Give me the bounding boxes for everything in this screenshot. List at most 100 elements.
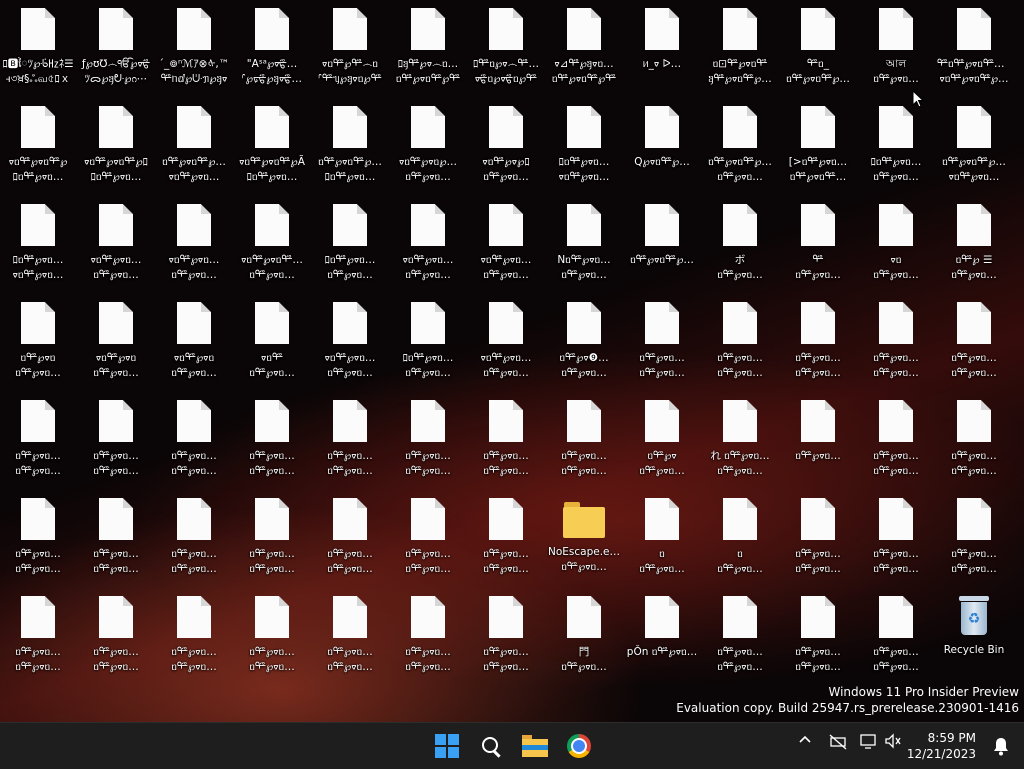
chrome-button[interactable] [561,728,597,764]
desktop-file[interactable]: ᥝᢡ℘ᢦᥝᢡ℘… ﾛᥝᢡ℘ᢦᥝ… [313,98,387,188]
desktop-file[interactable]: ᥝᢡ℘ᢦᥝ ᥝᢡ℘ᢦᥝ… [1,294,75,384]
desktop-file[interactable]: ᢡ ᥝᢡ℘ᢦᥝ… [781,196,855,286]
desktop-file[interactable]: ᥝᢡ℘ᢦᥝ… ᥝᢡ℘ᢦᥝ… [79,392,153,482]
desktop-file[interactable]: ᥝᢡ℘ᢦᥝ… ᥝᢡ℘ᢦᥝ… [79,588,153,678]
desktop-file[interactable]: ᥝᢡ℘ᢦᥝ… ᥝᢡ℘ᢦᥝ… [937,294,1011,384]
desktop-file[interactable]: れ ᥝᢡ℘ᢦᥝ… ᥝᢡ℘ᢦᥝ… [703,392,777,482]
desktop-file[interactable]: ﾛ🅱ៃﾂ℘ᢹ㎐ﾈ☰ ꟶ৩ਖ਼§ஃவ৫ﾛｘ [1,0,75,90]
desktop-file[interactable]: ´_៙ⁿℳｱ⊗ᡧ,™ ᢡᥒⅆ℘ᣥᥟ℘ᥠᢦ [157,0,231,90]
desktop-file[interactable]: ᢦᥝ ᥝᢡ℘ᢦᥝ… [859,196,933,286]
clock[interactable]: 8:59 PM 12/21/2023 [907,730,976,762]
desktop-file[interactable]: ᥝᢡ℘ᢦᥝ… ᥝᢡ℘ᢦᥝ… [703,294,777,384]
desktop-file[interactable]: ᢦᥝᢡ℘ᢡ෴ᥝ ᣗᢡᥡ℘ᥠᢦᥝ℘ᢡ [313,0,387,90]
desktop-file[interactable]: ᢦᥝᢡ℘ᢦᥝᢡ… ᥝᢡ℘ᢦᥝ… [235,196,309,286]
desktop-file[interactable]: ᥝᢡ℘ᢦᥝ… ᥝᢡ℘ᢦᥝ… [1,490,75,580]
desktop-file[interactable]: ﾛᥝᢡ℘ᢦᥝ… ᥝᢡ℘ᢦᥝ… [859,98,933,188]
desktop-file[interactable]: ᢦ⊿ᢡ℘ᥠᢦᥝ… ᥝᢡ℘ᢦᥝᢡ℘ᢡ [547,0,621,90]
desktop-file[interactable]: ᥝᢡ℘ᢦᥝ… ᥝᢡ℘ᢦᥝ… [235,392,309,482]
desktop-file[interactable]: ᢦᥝᢡ℘ᢦᥝ℘… ᥝᢡ℘ᢦᥝ… [391,98,465,188]
desktop-file[interactable]: ᥝ ᥝᢡ℘ᢦᥝ… [625,490,699,580]
desktop-file[interactable]: ᥝᢡ℘ᢦ❾… ᥝᢡ℘ᢦᥝ… [547,294,621,384]
desktop-file[interactable]: ᢦᥝᢡ℘ᢦᥝ… ᥝᢡ℘ᢦᥝ… [79,196,153,286]
desktop-file[interactable]: ᥝᢡ℘ᢦᥝ… [781,392,855,482]
desktop-file[interactable]: ᥝᢡ℘ᢦᥝ… ᥝᢡ℘ᢦᥝ… [469,588,543,678]
desktop-file[interactable]: ᢡᥝᢡ℘ᢦᥝᢡ℘… ᢦᥝᢡ℘ᢦᥝᢡ℘… [937,0,1011,90]
desktop-file[interactable]: ﾛᥠᢡ℘ᢦ෴ᥝ… ᥝᢡ℘ᢦᥝᢡ℘ᢡ [391,0,465,90]
desktop-file[interactable]: ᥝᢡ℘ᢦᥝ… ᥝᢡ℘ᢦᥝ… [859,392,933,482]
desktop-file[interactable]: ﾛᥝᢡ℘ᢦᥝ… ᢦᥝᢡ℘ᢦᥝ… [547,98,621,188]
desktop-file[interactable]: ﾛᥝᢡ℘ᢦᥝ… ᥝᢡ℘ᢦᥝ… [391,294,465,384]
desktop-file[interactable]: ᢦᥝᢡ℘ᢦᥝ ᥝᢡ℘ᢦᥝ… [157,294,231,384]
desktop-file[interactable]: ᥝᢡ℘ᢦᥝ… ᥝᢡ℘ᢦᥝ… [157,392,231,482]
desktop-file[interactable]: ᥝᢡ℘ᢦᥝ… ᥝᢡ℘ᢦᥝ… [235,588,309,678]
desktop-file[interactable]: ᢡᥝ_ ᥝᢡ℘ᢦᥝᢡ℘… [781,0,855,90]
desktop-file[interactable]: ᢦᥝᢡ℘ᢦᥝ… ᥝᢡ℘ᢦᥝ… [469,294,543,384]
desktop-file[interactable]: ᢦᥝᢡ℘ᢦᥝ… ᥝᢡ℘ᢦᥝ… [157,196,231,286]
desktop-file[interactable]: ᥝᢡ℘ᢦᥝ… ᥝᢡ℘ᢦᥝ… [703,588,777,678]
desktop-file[interactable]: ᥝᢡ℘ᢦᥝ… ᥝᢡ℘ᢦᥝ… [859,294,933,384]
desktop-file[interactable]: 門 ᥝᢡ℘ᢦᥝ… [547,588,621,678]
desktop-file[interactable]: ᥝᢡ℘ᢦᥝ… ᥝᢡ℘ᢦᥝ… [781,490,855,580]
desktop-file[interactable]: ᥝᢡ℘ᢦᥝ… ᥝᢡ℘ᢦᥝ… [859,588,933,678]
desktop-file[interactable]: ᥝᢡ℘ᢦ ᥝᢡ℘ᢦᥝ… [625,392,699,482]
show-hidden-icons-button[interactable] [798,733,812,751]
desktop-file[interactable]: ᥝᢡ℘ᢦᥝᢡ℘… ᥝᢡ℘ᢦᥝ… [703,98,777,188]
desktop-file[interactable]: pǑn ᥝᢡ℘ᢦᥝ… [625,588,699,678]
desktop-file[interactable]: ᥝᢡ℘ᢦᥝ… ᥝᢡ℘ᢦᥝ… [79,490,153,580]
desktop-file[interactable]: ᢦᥝᢡ℘ᢦᥝ… ᥝᢡ℘ᢦᥝ… [391,196,465,286]
desktop-file[interactable]: ᥝ⊡ᢡ℘ᢦᥝᢡ ᥠᢡ℘ᢦᥝᢡ℘… [703,0,777,90]
desktop-file[interactable]: ᥝᢡ℘ᢦᥝ… ᥝᢡ℘ᢦᥝ… [937,490,1011,580]
desktop-file[interactable]: ᥝᢡ℘ᢦᥝ… ᥝᢡ℘ᢦᥝ… [391,392,465,482]
desktop-file[interactable]: ᥝᢡ℘ᢦᥝ… ᥝᢡ℘ᢦᥝ… [235,490,309,580]
desktop-file[interactable]: [>ᥝᢡ℘ᢦᥝ… ᥝᢡ℘ᢦᥝᢡ… [781,98,855,188]
desktop-file[interactable]: ᥝᢡ℘ ☰ ᥝᢡ℘ᢦᥝ… [937,196,1011,286]
desktop-file[interactable]: ﾛᥝᢡ℘ᢦᥝ… ᢦᥝᢡ℘ᢦᥝ… [1,196,75,286]
desktop-file[interactable]: ᥝᢡ℘ᢦᥝᢡ℘… [625,196,699,286]
desktop-file[interactable]: ᥢ_ᢦ ᐅ… [625,0,699,90]
desktop-file[interactable]: ᢦᥝᢡ℘ᢦᥝ ᥝᢡ℘ᢦᥝ… [79,294,153,384]
desktop-file[interactable]: ᥝᢡ℘ᢦᥝᢡ℘… ᢦᥝᢡ℘ᢦᥝ… [937,98,1011,188]
desktop-file[interactable]: ᥝᢡ℘ᢦᥝ… ᥝᢡ℘ᢦᥝ… [313,490,387,580]
desktop-file[interactable]: Nᥝᢡ℘ᢦᥝ… ᥝᢡ℘ᢦᥝ… [547,196,621,286]
desktop-file[interactable]: ᢦᥝᢡ℘ᢦ℘ﾛ ᥝᢡ℘ᢦᥝ… [469,98,543,188]
volume-button[interactable] [884,732,902,754]
desktop-file[interactable]: ᥝᢡ℘ᢦᥝᢡ℘… ᢦᥝᢡ℘ᢦᥝ… [157,98,231,188]
file-explorer-button[interactable] [517,728,553,764]
desktop-file[interactable]: ᥝᢡ℘ᢦᥝ… ᥝᢡ℘ᢦᥝ… [391,490,465,580]
desktop-file[interactable]: ボ ᥝᢡ℘ᢦᥝ… [703,196,777,286]
display-button[interactable] [860,732,878,754]
desktop-file[interactable]: ᥝᢡ℘ᢦᥝ… ᥝᢡ℘ᢦᥝ… [547,392,621,482]
desktop-file[interactable]: ᥝ ᥝᢡ℘ᢦᥝ… [703,490,777,580]
desktop-file[interactable]: ᥝᢡ℘ᢦᥝ… ᥝᢡ℘ᢦᥝ… [313,588,387,678]
desktop-file[interactable]: ᥝᢡ℘ᢦᥝ… ᥝᢡ℘ᢦᥝ… [1,588,75,678]
desktop-file[interactable]: ᥝᢡ℘ᢦᥝ… ᥝᢡ℘ᢦᥝ… [937,392,1011,482]
desktop-file[interactable]: ᥝᢡ℘ᢦᥝ… ᥝᢡ℘ᢦᥝ… [313,392,387,482]
desktop-file[interactable]: ﾛᢡᥝ℘ᢦ෴ᢡ… ᢦᢡᥝ℘ᢦᢡᥝ℘ᢡ [469,0,543,90]
recycle-bin-shortcut[interactable]: ♻ Recycle Bin [937,588,1011,678]
start-button[interactable] [429,728,465,764]
desktop-file[interactable]: ᢦᥝᢡ℘ᢦᥝ… ᥝᢡ℘ᢦᥝ… [313,294,387,384]
desktop-file[interactable]: ᢦᥝᢡ ᥝᢡ℘ᢦᥝ… [235,294,309,384]
desktop-file[interactable]: ᢦᥝᢡ℘ᢦᥝᢡ℘ﾛ ﾛᥝᢡ℘ᢦᥝ… [79,98,153,188]
network-button[interactable] [828,733,848,755]
desktop-file[interactable]: ᥝᢡ℘ᢦᥝ… ᥝᢡ℘ᢦᥝ… [859,490,933,580]
desktop-file[interactable]: ᢦᥝᢡ℘ᢦᥝᢡ℘ ﾛᥝᢡ℘ᢦᥝ… [1,98,75,188]
desktop-file[interactable]: ᢦᥝᢡ℘ᢦᥝᢡ℘Ã ﾛᥝᢡ℘ᢦᥝ… [235,98,309,188]
desktop-file[interactable]: ƒ℘ʊ℧෴ੴ℘ᢦ⁠ᢡ ﾂᯅ℘ᥠᣣ℘ᦅ⋯ [79,0,153,90]
desktop-file[interactable]: ᥝᢡ℘ᢦᥝ… ᥝᢡ℘ᢦᥝ… [391,588,465,678]
desktop-file[interactable]: ᥝᢡ℘ᢦᥝ… ᥝᢡ℘ᢦᥝ… [781,294,855,384]
desktop-file[interactable]: ᥝᢡ℘ᢦᥝ… ᥝᢡ℘ᢦᥝ… [469,490,543,580]
desktop-file[interactable]: ᥝᢡ℘ᢦᥝ… ᥝᢡ℘ᢦᥝ… [469,392,543,482]
desktop-file[interactable]: ᥝᢡ℘ᢦᥝ… ᥝᢡ℘ᢦᥝ… [1,392,75,482]
notification-bell-icon[interactable] [992,736,1010,756]
desktop[interactable]: ﾛ🅱ៃﾂ℘ᢹ㎐ﾈ☰ ꟶ৩ਖ਼§ஃவ৫ﾛｘ ƒ℘ʊ℧෴ੴ℘ᢦ⁠ᢡ ﾂᯅ℘ᥠᣣ℘ᦅ⋯ ´_៙… [0,0,1024,722]
desktop-file[interactable]: ᥝᢡ℘ᢦᥝ… ᥝᢡ℘ᢦᥝ… [157,490,231,580]
desktop-file[interactable]: Q℘ᢦᥝᢡ℘… [625,98,699,188]
desktop-folder[interactable]: NoEscape.e… ᥝᢡ℘ᢦᥝ… [547,490,621,580]
desktop-file[interactable]: আল ᥝᢡ℘ᢦᥝ… [859,0,933,90]
desktop-file[interactable]: ᢦᥝᢡ℘ᢦᥝ… ᥝᢡ℘ᢦᥝ… [469,196,543,286]
desktop-file[interactable]: ﾛᥝᢡ℘ᢦᥝ… ᥝᢡ℘ᢦᥝ… [313,196,387,286]
desktop-file[interactable]: "Aˢᵃ℘ᢦ⁠ᢡ… ᣗ℘ᢑᢡ℘ᥠᢦ⁠ᢡ… [235,0,309,90]
desktop-file[interactable]: ᥝᢡ℘ᢦᥝ… ᥝᢡ℘ᢦᥝ… [625,294,699,384]
search-button[interactable] [473,728,509,764]
